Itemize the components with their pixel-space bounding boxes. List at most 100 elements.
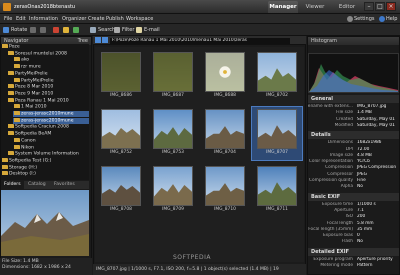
thumbnail[interactable]: IMG_8707: [251, 106, 303, 161]
property-key: Compression quality: [309, 178, 353, 183]
tab-favorites[interactable]: Favorites: [51, 181, 78, 189]
tab-editor[interactable]: Editor: [332, 1, 362, 13]
thumbnail[interactable]: IMG_8753: [148, 107, 198, 160]
tree-item[interactable]: Poze 8 Mar 2010: [7, 84, 89, 90]
tree-item[interactable]: System Volume Information: [7, 151, 89, 157]
tab-catalog[interactable]: Catalog: [25, 181, 49, 189]
property-row: Compression quality Fine: [308, 178, 399, 184]
minimize-button[interactable]: –: [364, 2, 374, 11]
tree-item[interactable]: 1 Mai 2010: [13, 104, 89, 110]
tree-item[interactable]: Canon: [13, 137, 89, 144]
property-key: Aperture: [334, 207, 353, 213]
thumbnail-label: IMG_8687: [162, 93, 184, 98]
rotate-left-button[interactable]: [30, 25, 36, 35]
tree-item[interactable]: Softpedia Craciun 2008: [7, 124, 89, 130]
folder-icon: [8, 50, 14, 55]
thumbnail[interactable]: IMG_8711: [252, 164, 302, 217]
thumbnail-label: IMG_8688: [214, 93, 236, 98]
tree-item[interactable]: Soresul muntelui 2008: [7, 50, 89, 57]
thumbnail[interactable]: IMG_8710: [200, 164, 250, 217]
section-header[interactable]: General: [308, 95, 399, 103]
property-row: Focal length (35mm) 35 mm: [308, 227, 399, 233]
thumbnail-label: IMG_8711: [266, 207, 288, 212]
back-icon[interactable]: [95, 37, 101, 43]
property-key: Dimensions: [327, 140, 353, 146]
property-value: Pattern: [357, 263, 373, 268]
thumbnail[interactable]: IMG_8704: [200, 107, 250, 160]
star-button[interactable]: [63, 25, 69, 35]
folder-icon: [2, 171, 8, 176]
thumbnail[interactable]: IMG_8687: [148, 50, 198, 103]
email-button[interactable]: E-mail: [136, 25, 160, 35]
tree-item[interactable]: zeras-jerasc2010mune: [13, 117, 89, 124]
tag-button[interactable]: [53, 25, 59, 35]
maximize-button[interactable]: □: [375, 2, 385, 11]
section-header[interactable]: Basic EXIF: [308, 192, 399, 201]
section-header[interactable]: Detailed EXIF: [308, 247, 399, 256]
thumbnail-grid: IMG_8686 IMG_8687 IMG_8688 IMG_8702 IMG_8752…: [95, 47, 304, 262]
thumbnail[interactable]: IMG_8752: [96, 107, 146, 160]
menu-workspace[interactable]: Workspace: [124, 15, 155, 23]
property-value: Fine: [357, 178, 366, 183]
rotate-right-button[interactable]: [40, 25, 46, 35]
folder-icon: [2, 164, 8, 169]
tree-item[interactable]: zeras-jerasc2010mune: [13, 111, 89, 117]
forward-icon[interactable]: [102, 37, 108, 43]
section-header[interactable]: Details: [308, 131, 399, 140]
thumbnail[interactable]: IMG_8709: [148, 164, 198, 217]
thumbnail-label: IMG_8704: [214, 150, 236, 155]
settings-menu[interactable]: Settings: [345, 15, 377, 23]
tree-item[interactable]: Softpedia Test (G:): [1, 157, 89, 164]
thumbnail[interactable]: IMG_8702: [252, 50, 302, 103]
tree-item[interactable]: Poze 9 Mar 2010: [7, 90, 89, 97]
tree-item[interactable]: Nikon: [13, 144, 89, 151]
tree-item[interactable]: Poze: [1, 44, 89, 50]
tree-item[interactable]: Desktop (I:): [1, 171, 89, 177]
envelope-icon: [136, 27, 142, 33]
property-value: 1/1000 s: [357, 201, 376, 207]
folder-icon: [8, 84, 14, 89]
thumbnail[interactable]: IMG_8708: [96, 164, 146, 217]
folder-icon: [8, 124, 14, 129]
thumbnail-image: [101, 166, 141, 206]
thumbnail[interactable]: IMG_8686: [96, 50, 146, 103]
filter-button[interactable]: Filter: [114, 25, 134, 35]
help-icon: [379, 16, 385, 22]
tree-item[interactable]: PartyMeiPrelie: [13, 77, 89, 84]
help-menu[interactable]: Help: [377, 15, 399, 23]
property-value: 0: [357, 233, 360, 239]
menu-organizer[interactable]: Organizer: [60, 15, 88, 23]
property-row: Created Saturday, May 01: [308, 117, 399, 123]
menu-information[interactable]: Information: [27, 15, 60, 23]
property-row: ISO 200: [308, 214, 399, 220]
flag-button[interactable]: [73, 25, 79, 35]
tree-item[interactable]: Softpedia BeAM: [7, 131, 89, 137]
tab-manager[interactable]: Manager: [268, 1, 298, 13]
thumbnail-label: IMG_8707: [266, 150, 288, 155]
menu-bar: File Edit Information Organizer Create P…: [0, 14, 400, 24]
tree-item[interactable]: ako: [13, 57, 89, 63]
thumbnail-image: [257, 52, 297, 92]
menu-publish[interactable]: Publish: [104, 15, 126, 23]
folder-tree[interactable]: Poze Soresul muntelui 2008 ako rzr mure Part…: [1, 44, 89, 180]
tab-folders[interactable]: Folders: [1, 181, 24, 189]
close-button[interactable]: ×: [386, 2, 396, 11]
property-row: Image size 4.8 MB: [308, 153, 399, 159]
menu-file[interactable]: File: [2, 15, 14, 23]
property-value: 7.1: [357, 207, 364, 213]
thumbnail[interactable]: IMG_8688: [200, 50, 250, 103]
tab-viewer[interactable]: Viewer: [300, 1, 330, 13]
tree-item[interactable]: rzr mure: [13, 64, 89, 70]
thumbnail-image: [153, 109, 193, 149]
tree-item[interactable]: PartyMeiPrelie: [7, 70, 89, 77]
tree-item[interactable]: Storage (H:): [1, 164, 89, 171]
tree-item[interactable]: Poza Ranau 1 Mai 2010: [7, 97, 89, 104]
search-button[interactable]: Search: [90, 25, 115, 35]
property-row: Exposure bias 0: [308, 233, 399, 239]
rotate-button[interactable]: Rotate: [3, 25, 27, 35]
left-status: File Size: 1.4 MB Dimensions: 1682 x 198…: [0, 258, 92, 275]
property-row: DPI 72.00: [308, 147, 399, 153]
menu-edit[interactable]: Edit: [14, 15, 28, 23]
watermark: SOFTPEDIA: [173, 254, 211, 261]
address-input[interactable]: F:\Poze\Poze Ranau 1 Mai 2010\2010lmenau…: [110, 38, 290, 44]
